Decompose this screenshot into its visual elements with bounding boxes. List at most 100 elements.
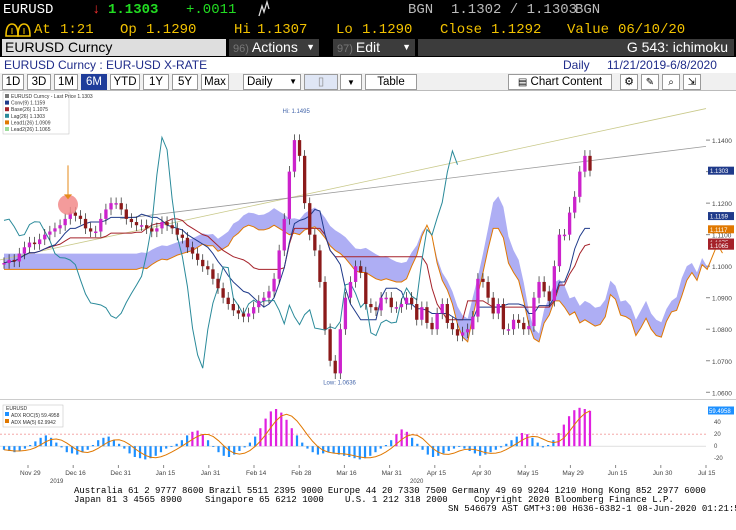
candle-body — [73, 212, 77, 216]
legend-swatch — [5, 127, 9, 131]
x-tick-label: Feb 14 — [246, 470, 267, 477]
adx-bar — [112, 440, 115, 447]
candle-body — [231, 304, 235, 311]
date-range[interactable]: 11/21/2019-6/8/2020 — [607, 58, 717, 72]
period-button-ytd[interactable]: YTD — [110, 74, 140, 90]
adx-bar — [97, 440, 100, 447]
candle-body — [150, 228, 154, 232]
osc-y-tick-label: 40 — [714, 420, 721, 426]
adx-bar — [290, 428, 293, 447]
candle-body — [404, 297, 409, 305]
y-tick-label: 1.0600 — [712, 390, 732, 397]
adx-bar — [562, 424, 565, 447]
adx-bar — [144, 446, 147, 460]
adx-bar — [421, 446, 424, 450]
candle-body — [328, 329, 332, 361]
low-value: 1.1290 — [362, 22, 413, 38]
adx-bar — [259, 428, 262, 447]
adx-bar — [547, 445, 550, 447]
adx-bar — [23, 446, 27, 449]
chart-subheader: EURUSD Curncy : EUR-USD X-RATE Daily 11/… — [0, 57, 736, 73]
security-name: EURUSD Curncy : EUR-USD X-RATE — [4, 58, 208, 72]
period-button-1d[interactable]: 1D — [2, 74, 24, 90]
chart-content-button[interactable]: ▤ Chart Content — [508, 74, 612, 90]
candle-body — [455, 329, 460, 336]
edit-menu-button[interactable]: 97) Edit ▼ — [333, 39, 415, 56]
candlestick-icon: ▯ — [317, 76, 325, 88]
adx-bar — [227, 446, 231, 457]
settings-button[interactable]: ⚙ — [620, 74, 638, 90]
candle-body — [318, 250, 322, 282]
security-field[interactable]: EURUSD Curncy — [2, 39, 226, 56]
adx-bar — [295, 435, 299, 447]
period-button-5y[interactable]: 5Y — [172, 74, 198, 90]
candle-body — [252, 307, 256, 314]
table-button[interactable]: Table — [365, 74, 417, 90]
price-tag-label: 1.1065 — [710, 244, 729, 250]
osc-legend-item: EURUSD — [6, 406, 28, 412]
legend-swatch — [5, 120, 9, 125]
y-tick-label: 1.1000 — [712, 264, 732, 271]
candle-body — [175, 228, 179, 235]
actions-menu-button[interactable]: 96) Actions ▼ — [229, 39, 319, 56]
zoom-button[interactable]: ⌕ — [662, 74, 680, 90]
candle-body — [425, 307, 429, 323]
sparkline-icon — [258, 0, 270, 23]
candle-body — [359, 266, 363, 273]
candle-body — [547, 291, 551, 301]
legend-item: Conv(9) 1.1159 — [11, 101, 45, 107]
y-tick-label: 1.0900 — [712, 296, 732, 303]
adx-bar — [447, 446, 450, 451]
period-button-6m[interactable]: 6M — [81, 74, 107, 90]
frequency-value: Daily — [247, 76, 273, 88]
adx-bar — [55, 442, 58, 447]
period-button-1y[interactable]: 1Y — [143, 74, 169, 90]
candle-body — [236, 310, 241, 314]
legend-swatch — [5, 107, 9, 112]
candle-body — [415, 304, 419, 320]
adx-bar — [374, 446, 377, 453]
x-tick-label: Dec 31 — [110, 470, 131, 477]
adx-bar — [510, 440, 513, 447]
adx-bar — [505, 443, 508, 447]
x-tick-label: May 29 — [562, 470, 584, 477]
adx-bar — [243, 446, 246, 448]
at-label: At — [34, 22, 51, 38]
candle-body — [567, 212, 572, 235]
price-tag-label: 1.1303 — [710, 169, 729, 175]
period-button-1m[interactable]: 1M — [54, 74, 78, 90]
candle-body — [180, 234, 185, 238]
ichimoku-chart[interactable]: 1.14001.13001.12001.11001.10001.09001.08… — [0, 91, 736, 485]
gear-icon: ⚙ — [624, 76, 634, 88]
candle-body — [27, 242, 32, 248]
candle-body — [12, 259, 16, 262]
chart-type-dropdown[interactable]: ▼ — [340, 74, 362, 90]
frequency-label: Daily — [563, 58, 590, 72]
adx-bar — [531, 437, 534, 447]
price-change: +.0011 — [186, 2, 237, 18]
export-button[interactable]: ⇲ — [683, 74, 701, 90]
candle-body — [460, 332, 465, 336]
period-button-3d[interactable]: 3D — [27, 74, 51, 90]
candle-body — [491, 297, 495, 314]
annotate-button[interactable]: ✎ — [641, 74, 659, 90]
candle-body — [32, 242, 37, 245]
candle-body — [506, 329, 511, 331]
frequency-select[interactable]: Daily ▼ — [243, 74, 301, 90]
adx-bar — [437, 446, 440, 456]
high-value: 1.1307 — [257, 22, 308, 38]
adx-bar — [489, 446, 492, 453]
actions-number: 96) — [233, 43, 249, 55]
period-button-max[interactable]: Max — [201, 74, 229, 90]
adx-bar — [170, 446, 173, 447]
chart-area[interactable]: 1.14001.13001.12001.11001.10001.09001.08… — [0, 91, 736, 485]
adx-bar — [128, 446, 131, 454]
adx-bar — [196, 430, 199, 447]
x-tick-label: Jul 15 — [698, 470, 716, 477]
candle-body — [379, 297, 383, 311]
osc-legend-item: ADX ROC(5) 59.4958 — [11, 413, 60, 419]
adx-bar — [29, 445, 32, 447]
candle-body — [496, 304, 500, 314]
adx-bar — [91, 445, 95, 447]
chart-type-button[interactable]: ▯ — [304, 74, 338, 90]
